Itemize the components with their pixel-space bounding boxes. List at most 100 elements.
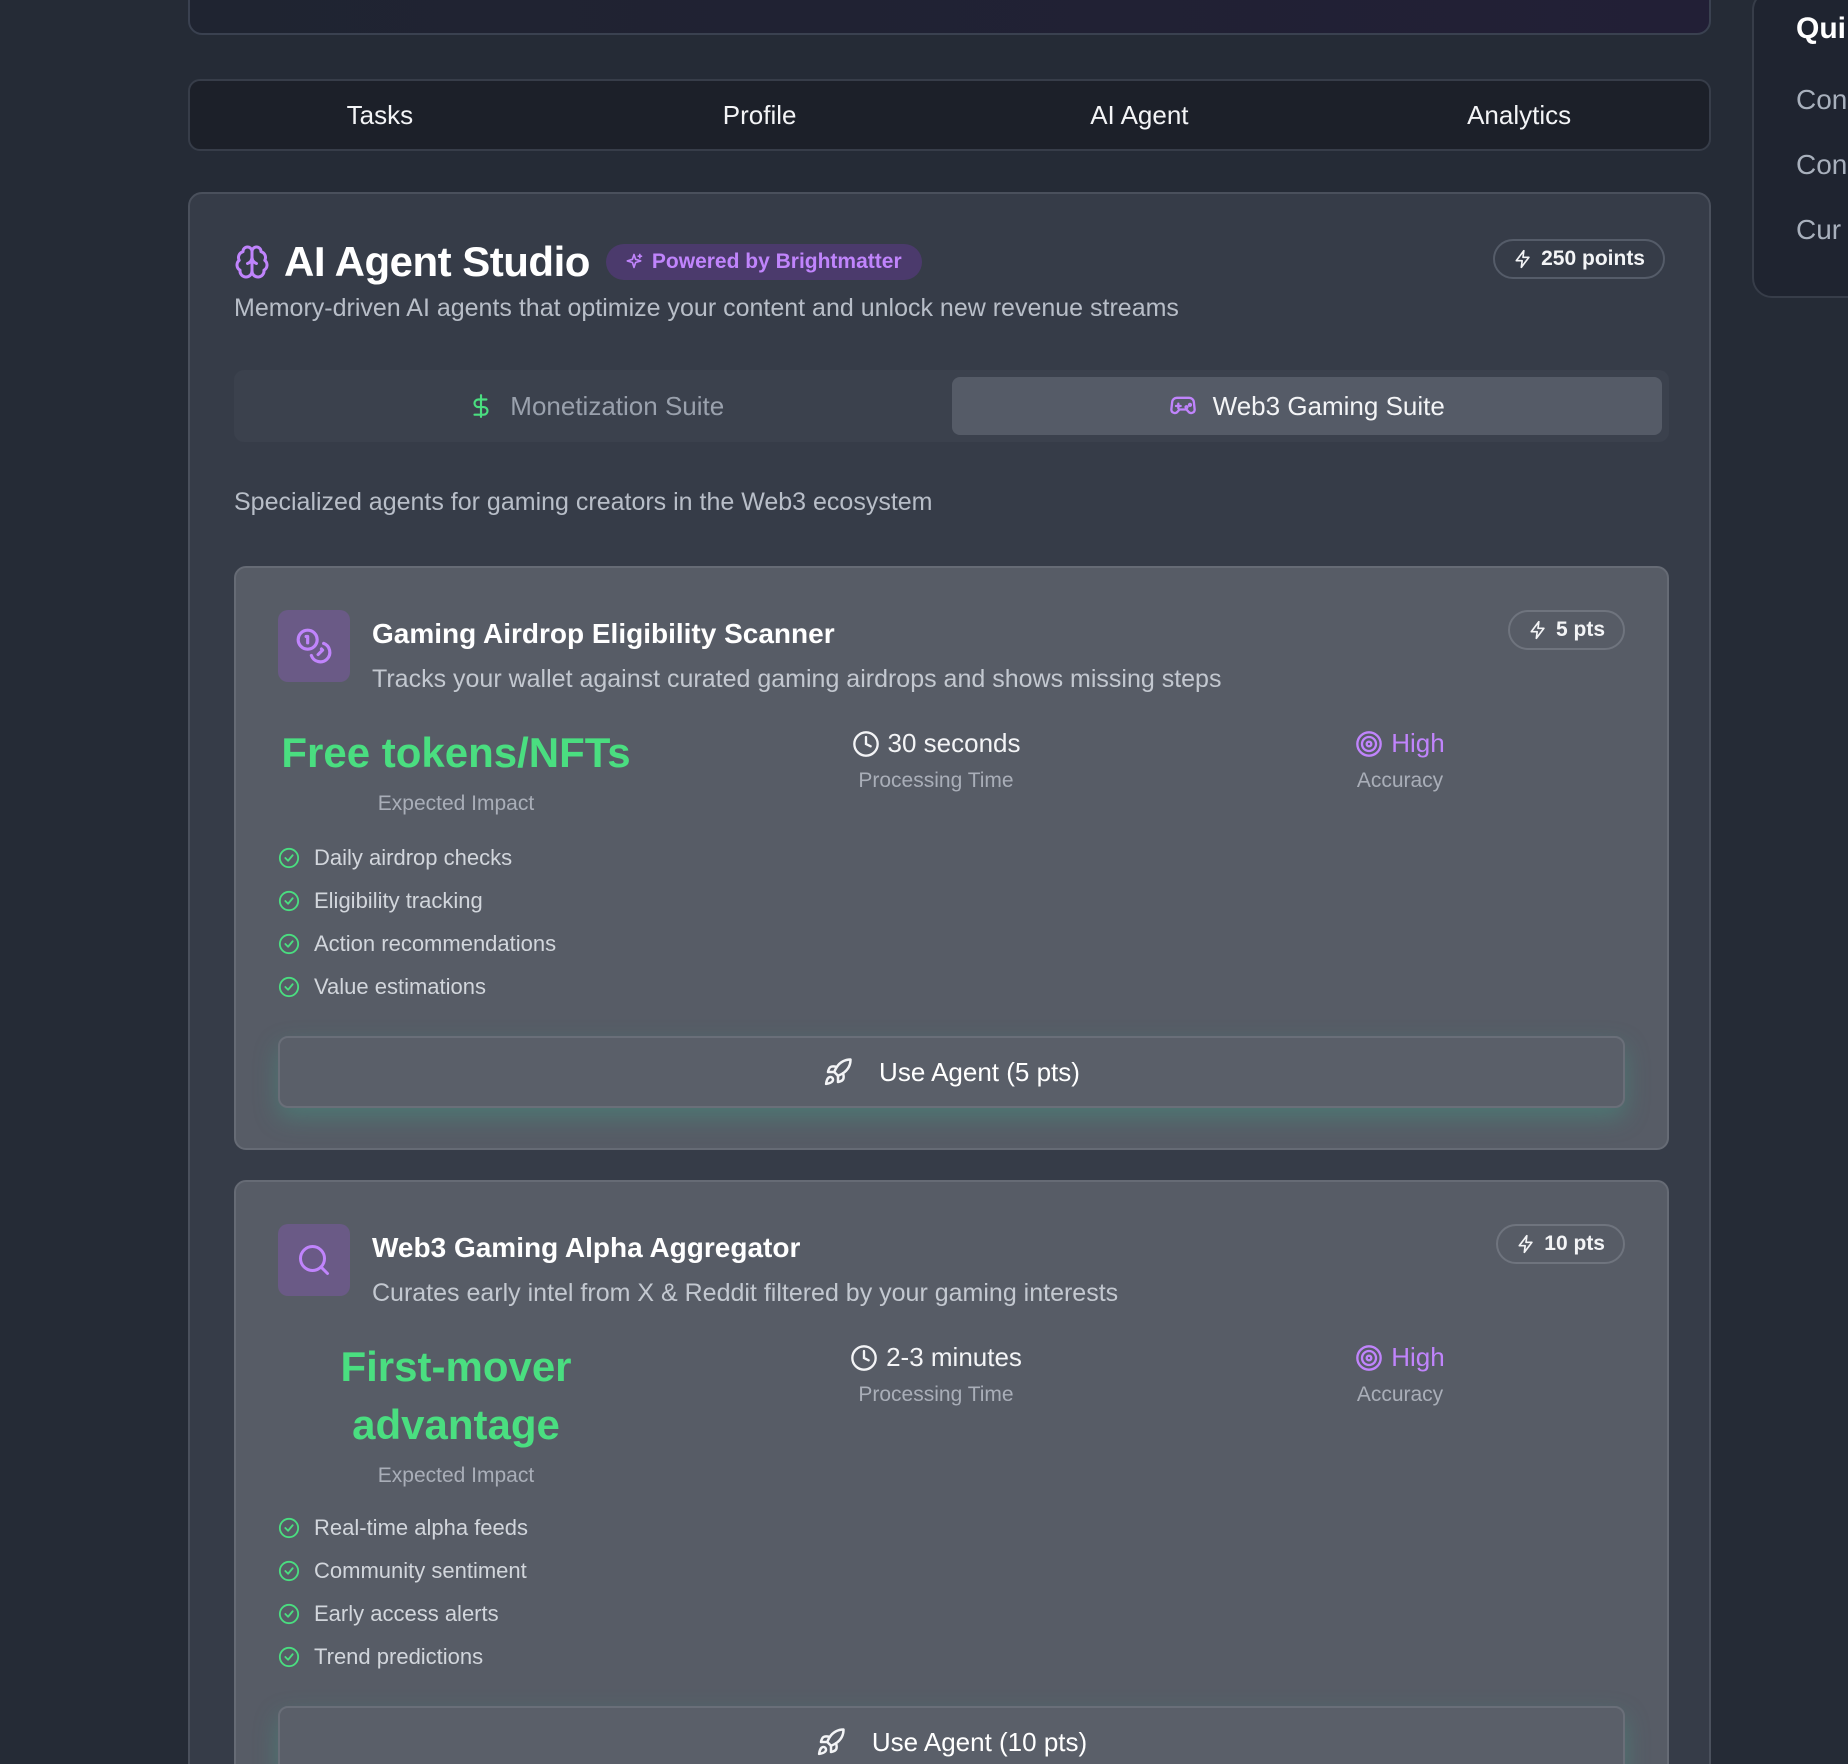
processing-time-metric: 2-3 minutes Processing Time <box>786 1342 1086 1407</box>
use-agent-button[interactable]: Use Agent (5 pts) <box>278 1036 1625 1108</box>
feature-label: Eligibility tracking <box>314 887 483 913</box>
expected-impact-metric: First-mover advantage Expected Impact <box>266 1338 646 1488</box>
feature-label: Daily airdrop checks <box>314 844 513 870</box>
processing-time-value-row: 2-3 minutes <box>786 1342 1086 1373</box>
processing-time-metric: 30 seconds Processing Time <box>786 728 1086 793</box>
use-agent-label: Use Agent (10 pts) <box>871 1726 1088 1757</box>
quick-panel-item[interactable]: Cur <box>1796 214 1841 246</box>
lightning-icon <box>1518 1234 1533 1254</box>
feature-item: Action recommendations <box>278 922 556 965</box>
accuracy-value-row: High <box>1300 728 1500 759</box>
impact-label: Expected Impact <box>377 792 535 815</box>
quick-panel-item[interactable]: Con <box>1796 149 1847 181</box>
tab-profile[interactable]: Profile <box>570 100 950 131</box>
sparkles-icon <box>626 253 643 269</box>
gamepad-icon <box>1169 396 1196 415</box>
quick-panel-item[interactable]: Con <box>1796 84 1847 116</box>
suite-tab-label: Monetization Suite <box>510 390 725 421</box>
agent-points-badge: 5 pts <box>1507 610 1625 650</box>
agent-points-value: 5 pts <box>1555 618 1605 641</box>
agent-description: Tracks your wallet against curated gamin… <box>372 665 1222 693</box>
accuracy-value: High <box>1391 1342 1445 1372</box>
check-circle-icon <box>278 1646 300 1667</box>
points-badge: 250 points <box>1493 239 1665 279</box>
feature-item: Value estimations <box>278 965 556 1008</box>
rocket-icon <box>824 1058 852 1086</box>
tab-monetization-suite[interactable]: Monetization Suite <box>241 377 952 435</box>
powered-by-badge: Powered by Brightmatter <box>605 244 922 280</box>
processing-time-label: Processing Time <box>858 769 1014 792</box>
agent-description: Curates early intel from X & Reddit filt… <box>372 1279 1119 1307</box>
processing-time-label: Processing Time <box>858 1383 1014 1406</box>
impact-label: Expected Impact <box>377 1464 535 1487</box>
impact-value: Free tokens/NFTs <box>281 729 631 776</box>
accuracy-label: Accuracy <box>1356 1383 1444 1406</box>
feature-list: Real-time alpha feeds Community sentimen… <box>278 1506 528 1678</box>
feature-label: Community sentiment <box>314 1557 527 1583</box>
quick-panel-title: Qui <box>1796 12 1846 45</box>
accuracy-value-row: High <box>1300 1342 1500 1373</box>
main-nav-tabs: Tasks Profile AI Agent Analytics <box>188 79 1711 151</box>
target-icon <box>1356 1344 1383 1371</box>
feature-item: Community sentiment <box>278 1549 528 1592</box>
accuracy-label: Accuracy <box>1356 769 1444 792</box>
quick-actions-panel: Qui Con Con Cur <box>1752 0 1848 298</box>
ai-agent-studio-panel: AI Agent Studio Powered by Brightmatter … <box>188 192 1711 1764</box>
processing-time-value: 2-3 minutes <box>886 1342 1022 1372</box>
agent-card: Gaming Airdrop Eligibility Scanner Track… <box>234 566 1669 1150</box>
agent-icon-box <box>278 610 350 682</box>
feature-label: Trend predictions <box>314 1643 484 1669</box>
processing-time-value: 30 seconds <box>887 728 1021 758</box>
tab-tasks[interactable]: Tasks <box>190 100 570 131</box>
feature-label: Action recommendations <box>314 930 557 956</box>
powered-by-label: Powered by Brightmatter <box>651 250 902 273</box>
check-circle-icon <box>278 976 300 997</box>
feature-item: Daily airdrop checks <box>278 836 556 879</box>
agent-card: Web3 Gaming Alpha Aggregator Curates ear… <box>234 1180 1669 1764</box>
check-circle-icon <box>278 933 300 954</box>
clock-icon <box>851 1344 877 1371</box>
feature-label: Real-time alpha feeds <box>314 1514 529 1540</box>
check-circle-icon <box>278 890 300 911</box>
rocket-icon <box>817 1728 845 1756</box>
expected-impact-metric: Free tokens/NFTs Expected Impact <box>266 724 646 816</box>
feature-list: Daily airdrop checks Eligibility trackin… <box>278 836 556 1008</box>
suite-description: Specialized agents for gaming creators i… <box>234 488 933 516</box>
accuracy-value: High <box>1391 728 1445 758</box>
suite-tab-label: Web3 Gaming Suite <box>1212 390 1445 421</box>
agent-points-value: 10 pts <box>1544 1232 1605 1255</box>
tab-web3-gaming-suite[interactable]: Web3 Gaming Suite <box>951 377 1662 435</box>
check-circle-icon <box>278 847 300 868</box>
tab-analytics[interactable]: Analytics <box>1329 100 1709 131</box>
processing-time-value-row: 30 seconds <box>786 728 1086 759</box>
agent-title: Web3 Gaming Alpha Aggregator <box>372 1232 801 1263</box>
feature-item: Real-time alpha feeds <box>278 1506 528 1549</box>
brain-icon <box>235 245 269 279</box>
use-agent-button[interactable]: Use Agent (10 pts) <box>278 1706 1625 1764</box>
dollar-icon <box>473 394 489 418</box>
feature-item: Trend predictions <box>278 1635 528 1678</box>
suite-tabs: Monetization Suite Web3 Gaming Suite <box>234 370 1669 442</box>
agent-title: Gaming Airdrop Eligibility Scanner <box>372 618 835 649</box>
top-banner <box>188 0 1711 35</box>
use-agent-label: Use Agent (5 pts) <box>879 1056 1080 1087</box>
coins-icon <box>296 628 332 664</box>
tab-ai-agent[interactable]: AI Agent <box>950 100 1330 131</box>
target-icon <box>1356 730 1383 757</box>
page-title: AI Agent Studio <box>284 238 590 285</box>
feature-item: Eligibility tracking <box>278 879 556 922</box>
check-circle-icon <box>278 1560 300 1581</box>
studio-subtitle: Memory-driven AI agents that optimize yo… <box>234 294 1179 322</box>
clock-icon <box>852 730 879 757</box>
impact-value-line-1: First-mover <box>340 1343 572 1390</box>
agent-icon-box <box>278 1224 350 1296</box>
check-circle-icon <box>278 1603 300 1624</box>
agent-points-badge: 10 pts <box>1496 1224 1625 1264</box>
accuracy-metric: High Accuracy <box>1300 1342 1500 1407</box>
feature-label: Value estimations <box>314 973 487 999</box>
lightning-icon <box>1515 249 1530 269</box>
feature-item: Early access alerts <box>278 1592 528 1635</box>
impact-value-line-2: advantage <box>352 1401 560 1448</box>
feature-label: Early access alerts <box>314 1600 499 1626</box>
check-circle-icon <box>278 1517 300 1538</box>
